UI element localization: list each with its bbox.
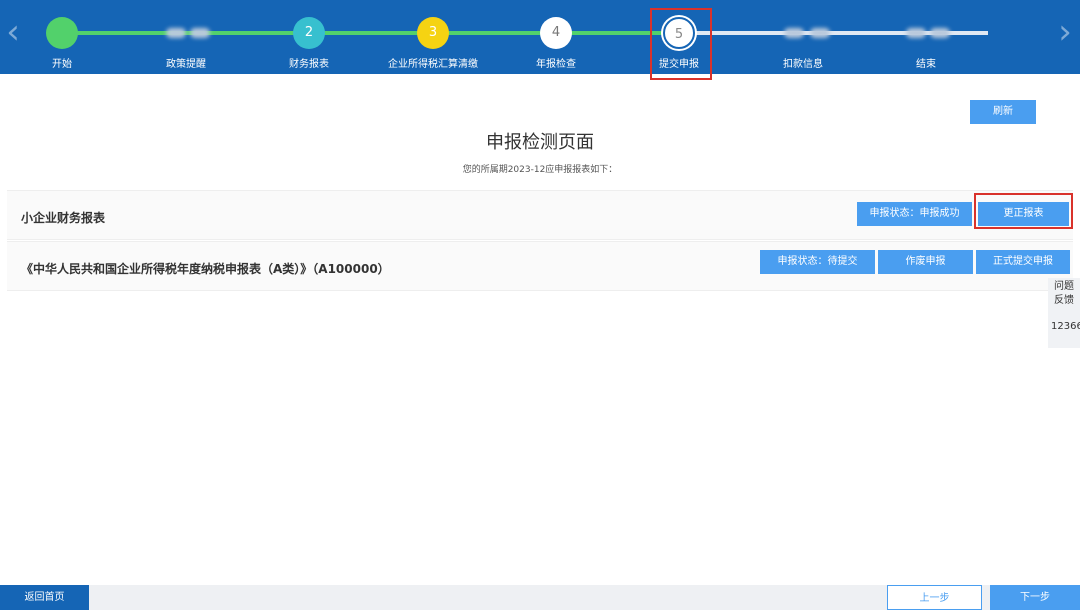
feedback-label-line1: 问题 — [1054, 281, 1074, 292]
step-label-start: 开始 — [52, 59, 72, 70]
page-subtitle: 您的所属期2023-12应申报报表如下： — [462, 165, 618, 175]
feedback-hotline: 12366 — [1051, 321, 1080, 332]
feedback-label-line2: 反馈 — [1054, 295, 1074, 306]
step-node-start[interactable] — [46, 17, 78, 49]
step-node-policy-blur — [190, 28, 210, 38]
report-name: 小企业财务报表 — [21, 211, 106, 225]
step-label-submit: 提交申报 — [659, 59, 699, 70]
bottom-action-bar: 返回首页 上一步 下一步 — [0, 585, 1080, 610]
refresh-button[interactable]: 刷新 — [970, 100, 1036, 124]
formal-submit-button[interactable]: 正式提交申报 — [976, 250, 1070, 274]
prev-step-button[interactable]: 上一步 — [887, 585, 982, 610]
chevron-left-icon[interactable]: ‹ — [2, 14, 24, 50]
report-row-income-tax: 《中华人民共和国企业所得税年度纳税申报表（A类）》（A100000） 申报状态：… — [7, 241, 1073, 291]
back-home-button[interactable]: 返回首页 — [0, 585, 89, 610]
progress-track-complete — [62, 31, 680, 35]
status-badge[interactable]: 申报状态：待提交 — [760, 250, 875, 274]
report-row-financial: 小企业财务报表 申报状态：申报成功 更正报表 — [7, 190, 1073, 240]
step-node-deduction[interactable] — [784, 28, 804, 38]
step-node-end-blur — [930, 28, 950, 38]
chevron-right-icon[interactable]: › — [1054, 14, 1076, 50]
step-label-annual-check: 年报检查 — [536, 59, 576, 70]
step-node-deduction-blur — [810, 28, 830, 38]
step-label-deduction: 扣款信息 — [783, 59, 823, 70]
status-badge[interactable]: 申报状态：申报成功 — [857, 202, 972, 226]
step-node-annual-check[interactable]: 4 — [540, 17, 572, 49]
step-progress-bar: ‹ › 开始 政策提醒 2 财务报表 3 企业所得税汇算清缴 4 年报检查 5 … — [0, 0, 1080, 74]
step-label-end: 结束 — [916, 59, 936, 70]
step-label-tax-settlement: 企业所得税汇算清缴 — [388, 59, 478, 70]
next-step-button[interactable]: 下一步 — [990, 585, 1080, 610]
correct-report-button[interactable]: 更正报表 — [978, 202, 1069, 226]
step-label-financial: 财务报表 — [289, 59, 329, 70]
step-node-financial[interactable]: 2 — [293, 17, 325, 49]
declaration-check-panel: 刷新 申报检测页面 您的所属期2023-12应申报报表如下： 小企业财务报表 申… — [7, 84, 1073, 584]
step-node-policy[interactable] — [166, 28, 186, 38]
step-node-tax-settlement[interactable]: 3 — [417, 17, 449, 49]
step-node-submit[interactable]: 5 — [663, 17, 695, 49]
step-node-end[interactable] — [906, 28, 926, 38]
feedback-widget[interactable]: 问题 反馈 12366 — [1048, 278, 1080, 348]
report-name: 《中华人民共和国企业所得税年度纳税申报表（A类）》（A100000） — [21, 262, 390, 276]
void-declaration-button[interactable]: 作废申报 — [878, 250, 973, 274]
page-title: 申报检测页面 — [486, 132, 594, 153]
step-label-policy: 政策提醒 — [166, 59, 206, 70]
